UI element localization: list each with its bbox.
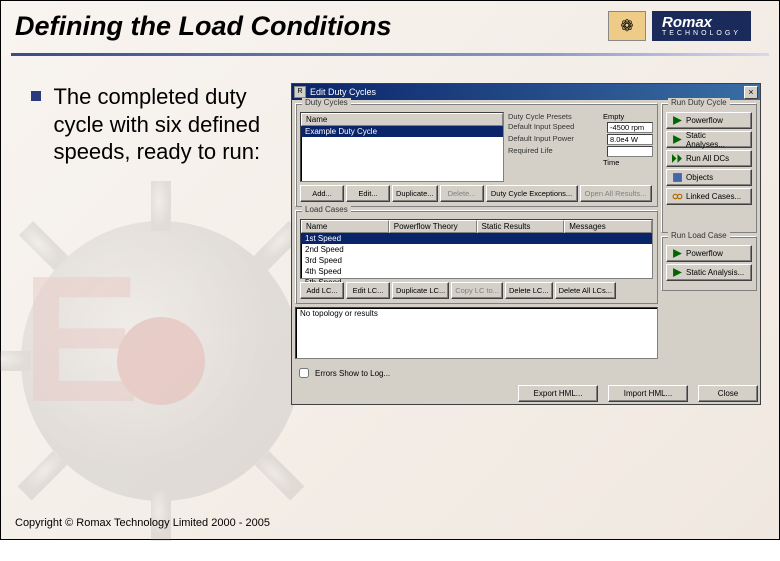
run-lc-powerflow-button[interactable]: Powerflow — [666, 245, 752, 262]
results-list[interactable]: No topology or results — [295, 307, 658, 359]
svg-text:E: E — [21, 239, 141, 440]
logo-icon: ❁ — [608, 11, 646, 41]
close-button[interactable]: × — [744, 86, 758, 99]
run-duty-cycle-group: Run Duty Cycle Powerflow Static Analyses… — [661, 103, 757, 233]
run-all-dcs-button[interactable]: Run All DCs — [666, 150, 752, 167]
play-icon — [672, 134, 683, 145]
default-speed-input[interactable] — [607, 122, 653, 133]
load-case-list[interactable]: Name Powerflow Theory Static Results Mes… — [300, 219, 653, 279]
link-icon — [672, 191, 683, 202]
dc-open-results-button[interactable]: Open All Results... — [580, 185, 652, 202]
duty-cycle-list[interactable]: Name Example Duty Cycle — [300, 112, 504, 182]
edit-duty-cycles-window: R Edit Duty Cycles × Duty Cycles Name Ex… — [291, 83, 761, 405]
run-lc-static-button[interactable]: Static Analysis... — [666, 264, 752, 281]
import-hml-button[interactable]: Import HML... — [608, 385, 688, 402]
play-icon — [672, 248, 683, 259]
cube-icon — [672, 172, 683, 183]
close-button-bottom[interactable]: Close — [698, 385, 758, 402]
window-title: Edit Duty Cycles — [310, 87, 744, 97]
load-cases-group: Load Cases Name Powerflow Theory Static … — [295, 210, 658, 304]
duty-cycle-properties: Duty Cycle PresetsEmpty Default Input Sp… — [508, 112, 653, 182]
export-hml-button[interactable]: Export HML... — [518, 385, 598, 402]
window-icon: R — [294, 86, 306, 98]
default-power-input[interactable] — [607, 134, 653, 145]
brand-logo: ❁ Romax TECHNOLOGY — [608, 11, 751, 41]
run-dc-powerflow-button[interactable]: Powerflow — [666, 112, 752, 129]
dc-edit-button[interactable]: Edit... — [346, 185, 390, 202]
load-case-row[interactable]: 4th Speed — [301, 266, 652, 277]
linked-cases-button[interactable]: Linked Cases... — [666, 188, 752, 205]
duty-cycles-group: Duty Cycles Name Example Duty Cycle Duty… — [295, 103, 658, 207]
lc-add-button[interactable]: Add LC... — [300, 282, 344, 299]
run-dc-static-button[interactable]: Static Analyses... — [666, 131, 752, 148]
run-load-case-group: Run Load Case Powerflow Static Analysis.… — [661, 236, 757, 291]
dc-delete-button[interactable]: Delete... — [440, 185, 484, 202]
dc-add-button[interactable]: Add... — [300, 185, 344, 202]
lc-delete-button[interactable]: Delete LC... — [505, 282, 553, 299]
load-case-row[interactable]: 1st Speed — [301, 233, 652, 244]
required-life-input[interactable] — [607, 146, 653, 157]
errors-to-log-label: Errors Show to Log... — [315, 369, 390, 378]
load-case-row[interactable]: 2nd Speed — [301, 244, 652, 255]
bullet-marker — [31, 91, 41, 101]
bullet-text: The completed duty cycle with six define… — [53, 83, 263, 166]
duty-cycle-row[interactable]: Example Duty Cycle — [301, 126, 503, 137]
dc-exceptions-button[interactable]: Duty Cycle Exceptions... — [486, 185, 578, 202]
play-icon — [672, 115, 683, 126]
lc-edit-button[interactable]: Edit LC... — [346, 282, 390, 299]
play-all-icon — [672, 153, 683, 164]
lc-copyto-button[interactable]: Copy LC to... — [451, 282, 503, 299]
play-icon — [672, 267, 683, 278]
title-divider — [11, 53, 769, 56]
lc-deleteall-button[interactable]: Delete All LCs... — [555, 282, 616, 299]
bullet-item: The completed duty cycle with six define… — [31, 83, 271, 166]
errors-to-log-checkbox[interactable] — [299, 368, 309, 378]
dc-duplicate-button[interactable]: Duplicate... — [392, 185, 438, 202]
objects-button[interactable]: Objects — [666, 169, 752, 186]
copyright-footer: Copyright © Romax Technology Limited 200… — [15, 517, 270, 529]
load-case-row[interactable]: 3rd Speed — [301, 255, 652, 266]
slide-title: Defining the Load Conditions — [15, 11, 391, 42]
lc-duplicate-button[interactable]: Duplicate LC... — [392, 282, 449, 299]
